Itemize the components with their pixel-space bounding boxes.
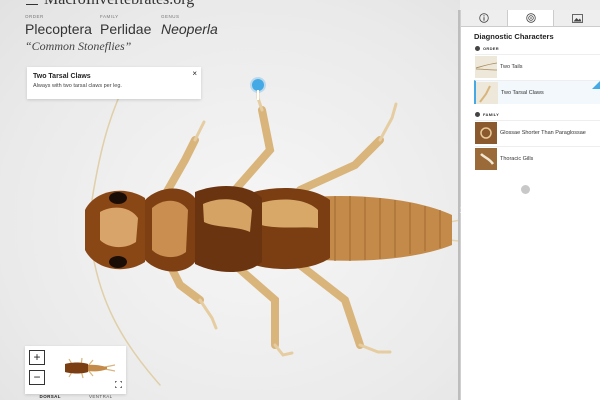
- glossae-label: Glossae Shorter Than Paraglossae: [500, 129, 586, 136]
- panel-heading: Diagnostic Characters: [474, 32, 554, 41]
- zoom-in-button[interactable]: +: [29, 350, 45, 365]
- tab-gallery[interactable]: [554, 10, 600, 26]
- section-family: FAMILY: [461, 110, 600, 118]
- view-toggle: DORSAL VENTRAL: [25, 394, 126, 400]
- diagnostic-panel: Diagnostic Characters ORDER Two Tails Tw…: [460, 10, 600, 400]
- two-tarsal-claws-thumbnail: [476, 81, 498, 104]
- thoracic-gills-label: Thoracic Gills: [500, 155, 534, 162]
- glossae-thumbnail: [475, 121, 497, 144]
- chevron-right-icon[interactable]: ›: [455, 200, 469, 218]
- character-two-tarsal-claws[interactable]: Two Tarsal Claws: [474, 80, 600, 104]
- zoom-minimap-panel: + −: [25, 346, 126, 394]
- tooltip-close-button[interactable]: ×: [192, 69, 197, 78]
- view-tab-ventral[interactable]: VENTRAL: [76, 394, 127, 400]
- tarsal-claw-hotspot[interactable]: [252, 79, 264, 100]
- image-icon: [571, 13, 583, 23]
- specimen-viewer[interactable]: MacroInvertebrates.org ORDER Plecoptera …: [0, 0, 460, 400]
- two-tarsal-claws-label: Two Tarsal Claws: [501, 89, 544, 96]
- tab-info[interactable]: [461, 10, 508, 26]
- section-order: ORDER: [461, 44, 600, 52]
- fullscreen-icon[interactable]: [115, 381, 122, 388]
- zoom-out-button[interactable]: −: [29, 370, 45, 385]
- two-tails-label: Two Tails: [500, 63, 523, 70]
- character-thoracic-gills[interactable]: Thoracic Gills: [475, 146, 600, 170]
- panel-tabs: [461, 10, 600, 27]
- tab-diagnostic[interactable]: [507, 10, 555, 26]
- scroll-handle[interactable]: [521, 185, 530, 194]
- section-order-label: ORDER: [483, 45, 499, 51]
- character-tooltip: Two Tarsal Claws Always with two tarsal …: [27, 67, 201, 99]
- tooltip-description: Always with two tarsal claws per leg.: [33, 83, 122, 89]
- tooltip-title: Two Tarsal Claws: [33, 73, 91, 80]
- specimen-minimap[interactable]: [55, 354, 115, 382]
- stonefly-specimen-image: [85, 69, 460, 386]
- character-glossae[interactable]: Glossae Shorter Than Paraglossae: [475, 120, 600, 144]
- thoracic-gills-thumbnail: [475, 147, 497, 170]
- character-two-tails[interactable]: Two Tails: [475, 54, 600, 78]
- view-tab-dorsal[interactable]: DORSAL: [25, 394, 76, 400]
- info-icon: [479, 13, 489, 23]
- section-family-label: FAMILY: [483, 111, 500, 117]
- order-section-icon: [475, 45, 480, 51]
- two-tails-thumbnail: [475, 55, 497, 78]
- family-section-icon: [475, 111, 480, 117]
- target-icon: [525, 13, 536, 23]
